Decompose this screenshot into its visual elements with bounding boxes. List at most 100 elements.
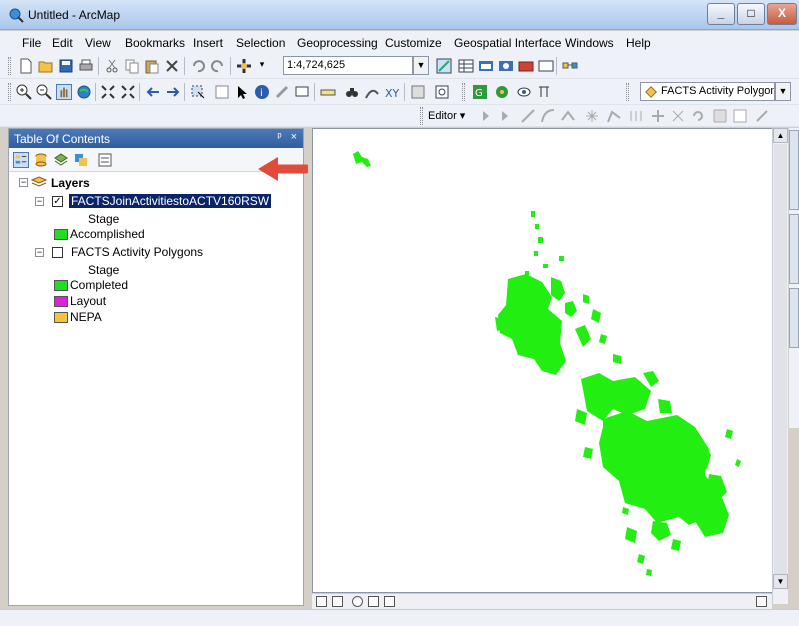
measure-icon[interactable] bbox=[320, 84, 336, 100]
eye-icon[interactable] bbox=[516, 84, 532, 100]
model-builder-icon[interactable] bbox=[562, 58, 578, 74]
geospatial-add-icon[interactable]: G bbox=[472, 84, 488, 100]
map-scale-input[interactable]: 1:4,724,625 bbox=[283, 56, 413, 75]
go-to-xy-icon[interactable]: XY bbox=[384, 84, 400, 100]
arctoolbox-tab[interactable] bbox=[789, 130, 799, 210]
menu-view[interactable]: View bbox=[85, 36, 111, 50]
hyperlink-icon[interactable] bbox=[274, 84, 290, 100]
column-icon[interactable] bbox=[536, 84, 552, 100]
list-by-visibility-icon[interactable] bbox=[53, 152, 69, 168]
rotate-icon[interactable] bbox=[690, 108, 706, 124]
scroll-up-arrow[interactable]: ▲ bbox=[773, 128, 788, 143]
scale-dropdown-button[interactable]: ▼ bbox=[413, 56, 429, 75]
list-by-selection-icon[interactable] bbox=[73, 152, 89, 168]
identify-icon[interactable]: i bbox=[254, 84, 270, 100]
layer2-name[interactable]: FACTS Activity Polygons bbox=[71, 245, 203, 259]
menu-geospatial-interface[interactable]: Geospatial Interface bbox=[454, 36, 561, 50]
python-window-icon[interactable] bbox=[538, 58, 554, 74]
toolbar-grip[interactable] bbox=[626, 83, 629, 101]
menu-customize[interactable]: Customize bbox=[385, 36, 442, 50]
add-data-icon[interactable] bbox=[236, 58, 252, 74]
auto-hide-pin-icon[interactable]: ᵖ bbox=[277, 131, 281, 143]
forward-extent-icon[interactable] bbox=[165, 84, 181, 100]
layer2-collapse-toggle[interactable]: − bbox=[35, 248, 44, 257]
open-icon[interactable] bbox=[38, 58, 54, 74]
toolbar-grip[interactable] bbox=[8, 83, 11, 101]
print-icon[interactable] bbox=[78, 58, 94, 74]
reshape-icon[interactable] bbox=[628, 108, 644, 124]
menu-edit[interactable]: Edit bbox=[52, 36, 73, 50]
toc-close-icon[interactable]: × bbox=[291, 131, 297, 143]
back-extent-icon[interactable] bbox=[145, 84, 161, 100]
menu-help[interactable]: Help bbox=[626, 36, 651, 50]
point-icon[interactable] bbox=[584, 108, 600, 124]
redo-icon[interactable] bbox=[210, 58, 226, 74]
save-icon[interactable] bbox=[58, 58, 74, 74]
select-features-icon[interactable] bbox=[190, 84, 206, 100]
scroll-right-arrow[interactable] bbox=[756, 596, 767, 607]
geospatial-tool-icon[interactable] bbox=[494, 84, 510, 100]
delete-icon[interactable] bbox=[164, 58, 180, 74]
fixed-zoom-out-icon[interactable] bbox=[120, 84, 136, 100]
layer-dropdown-button[interactable]: ▼ bbox=[775, 82, 791, 101]
split-icon[interactable] bbox=[670, 108, 686, 124]
sketch-properties-icon[interactable] bbox=[732, 108, 748, 124]
minimize-button[interactable]: _ bbox=[707, 3, 735, 25]
find-icon[interactable] bbox=[344, 84, 360, 100]
layers-collapse-toggle[interactable]: − bbox=[19, 178, 28, 187]
layer1-visibility-checkbox[interactable]: ✓ bbox=[52, 196, 63, 207]
menu-insert[interactable]: Insert bbox=[193, 36, 223, 50]
editor-toolbar-icon[interactable] bbox=[436, 58, 452, 74]
map-display[interactable] bbox=[312, 128, 782, 593]
catalog-window-icon[interactable] bbox=[478, 58, 494, 74]
catalog-tab[interactable] bbox=[789, 214, 799, 284]
copy-icon[interactable] bbox=[124, 58, 140, 74]
edit-vertices-icon[interactable] bbox=[606, 108, 622, 124]
list-by-source-icon[interactable] bbox=[33, 152, 49, 168]
scroll-down-arrow[interactable]: ▼ bbox=[773, 574, 788, 589]
toc-options-icon[interactable] bbox=[97, 152, 113, 168]
straight-segment-icon[interactable] bbox=[520, 108, 536, 124]
create-features-icon[interactable] bbox=[754, 108, 770, 124]
layer1-collapse-toggle[interactable]: − bbox=[35, 197, 44, 206]
time-slider-icon[interactable] bbox=[410, 84, 426, 100]
new-icon[interactable] bbox=[18, 58, 34, 74]
cut-polygons-icon[interactable] bbox=[650, 108, 666, 124]
layer-dropdown[interactable]: FACTS Activity Polygons bbox=[640, 82, 775, 101]
pan-icon[interactable] bbox=[56, 84, 72, 100]
cut-icon[interactable] bbox=[104, 58, 120, 74]
magnifier-window-icon[interactable] bbox=[434, 84, 450, 100]
clear-selection-icon[interactable] bbox=[214, 84, 230, 100]
edit-tool-icon[interactable] bbox=[478, 108, 494, 124]
globe-icon[interactable] bbox=[76, 84, 92, 100]
end-point-arc-icon[interactable] bbox=[540, 108, 556, 124]
data-view-button[interactable] bbox=[316, 596, 327, 607]
layout-view-button[interactable] bbox=[332, 596, 343, 607]
find-route-icon[interactable] bbox=[364, 84, 380, 100]
maximize-button[interactable]: □ bbox=[737, 3, 765, 25]
layer2-visibility-checkbox[interactable] bbox=[52, 247, 63, 258]
menu-bookmarks[interactable]: Bookmarks bbox=[125, 36, 185, 50]
pause-drawing-button[interactable] bbox=[368, 596, 379, 607]
menu-file[interactable]: File bbox=[22, 36, 41, 50]
toolbar-grip[interactable] bbox=[462, 83, 465, 101]
close-button[interactable]: X bbox=[767, 3, 797, 25]
toolbar-grip[interactable] bbox=[420, 107, 423, 125]
html-popup-icon[interactable] bbox=[294, 84, 310, 100]
scroll-thumb[interactable] bbox=[774, 144, 787, 584]
zoom-out-icon[interactable] bbox=[36, 84, 52, 100]
undo-icon[interactable] bbox=[190, 58, 206, 74]
refresh-view-button[interactable] bbox=[352, 596, 363, 607]
table-icon[interactable] bbox=[458, 58, 474, 74]
trace-icon[interactable] bbox=[560, 108, 576, 124]
search-tab[interactable] bbox=[789, 288, 799, 348]
menu-windows[interactable]: Windows bbox=[565, 36, 614, 50]
paste-icon[interactable] bbox=[144, 58, 160, 74]
edit-annotation-icon[interactable] bbox=[498, 108, 514, 124]
layer1-name[interactable]: FACTSJoinActivitiestoACTV160RSW bbox=[69, 194, 272, 208]
search-window-icon[interactable] bbox=[498, 58, 514, 74]
zoom-in-icon[interactable] bbox=[16, 84, 32, 100]
menu-selection[interactable]: Selection bbox=[236, 36, 285, 50]
fixed-zoom-in-icon[interactable] bbox=[100, 84, 116, 100]
menu-geoprocessing[interactable]: Geoprocessing bbox=[297, 36, 378, 50]
